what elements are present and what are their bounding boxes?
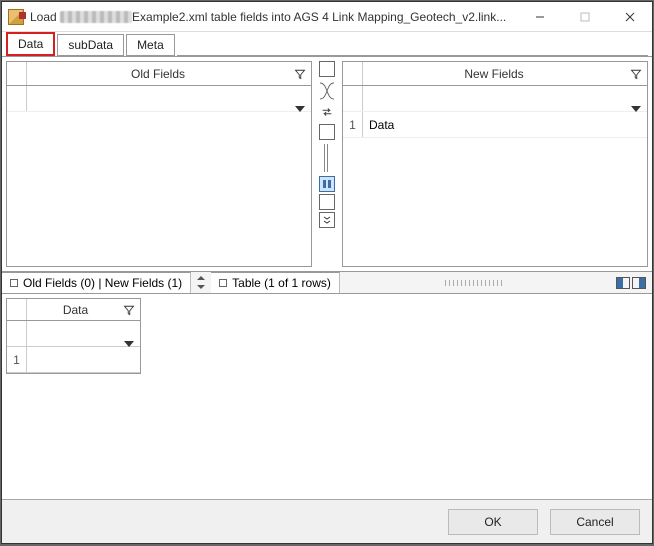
app-icon [8, 9, 24, 25]
old-fields-dropdown-row[interactable] [7, 86, 311, 112]
redacted-text [60, 11, 132, 23]
old-fields-header-row: Old Fields [7, 62, 311, 86]
mid-divider-bar: Old Fields (0) | New Fields (1) Table (1… [2, 272, 652, 294]
fields-summary-label: Old Fields (0) | New Fields (1) [23, 276, 182, 290]
new-fields-row-header [343, 86, 363, 111]
row-number: 1 [7, 347, 27, 372]
square-icon [10, 279, 18, 287]
swap-button[interactable] [320, 105, 334, 122]
old-fields-row-header [7, 86, 27, 111]
old-fields-filter-button[interactable] [289, 62, 311, 85]
row-number: 1 [343, 112, 363, 137]
dialog-window: Load Example2.xml table fields into AGS … [1, 1, 653, 544]
main-area: Old Fields [2, 56, 652, 499]
arrow-down-icon [195, 283, 207, 291]
lower-dropdown-row[interactable] [7, 321, 140, 347]
new-fields-data-row[interactable]: 1 Data [343, 112, 647, 138]
dialog-footer: OK Cancel [2, 499, 652, 543]
lower-data-row[interactable]: 1 [7, 347, 140, 373]
link-curve-icon [318, 79, 336, 103]
splitter-handle[interactable] [324, 144, 330, 172]
lower-filter-button[interactable] [118, 299, 140, 320]
lower-grid-header: Data [7, 299, 140, 321]
funnel-icon [123, 304, 135, 316]
upper-split: Old Fields [2, 57, 652, 272]
arrow-up-icon [195, 274, 207, 282]
new-fields-dropdown-row[interactable] [343, 86, 647, 112]
tab-data[interactable]: Data [6, 32, 55, 56]
old-fields-corner [7, 62, 27, 85]
window-title: Load Example2.xml table fields into AGS … [30, 10, 517, 24]
gutter-box-expand[interactable] [319, 212, 335, 228]
title-prefix: Load [30, 10, 60, 24]
lower-col-header[interactable]: Data [27, 303, 118, 317]
new-fields-body[interactable] [343, 138, 647, 266]
gutter-box-2[interactable] [319, 124, 335, 140]
midtab-fields-summary[interactable]: Old Fields (0) | New Fields (1) [2, 272, 191, 293]
pause-icon [322, 179, 332, 189]
layout-icons [616, 277, 646, 289]
tab-strip: Data subData Meta [2, 32, 652, 56]
new-fields-filter-button[interactable] [625, 62, 647, 85]
ok-button[interactable]: OK [448, 509, 538, 535]
tab-meta[interactable]: Meta [126, 34, 175, 56]
funnel-icon [630, 68, 642, 80]
layout-right-button[interactable] [632, 277, 646, 289]
funnel-icon [294, 68, 306, 80]
new-fields-cell-value[interactable]: Data [363, 118, 647, 132]
dropdown-arrow-icon [295, 106, 305, 112]
maximize-button[interactable] [562, 2, 607, 31]
new-fields-header-row: New Fields [343, 62, 647, 86]
square-icon [219, 279, 227, 287]
new-fields-pane: New Fields 1 Data [342, 61, 648, 267]
titlebar: Load Example2.xml table fields into AGS … [2, 2, 652, 32]
gutter-box-top[interactable] [319, 61, 335, 77]
dropdown-arrow-icon [124, 341, 134, 347]
old-fields-body[interactable] [7, 112, 311, 266]
lower-grid: Data 1 [6, 298, 141, 374]
old-fields-pane: Old Fields [6, 61, 312, 267]
lower-grid-corner [7, 299, 27, 320]
midbar-spacer [340, 277, 652, 289]
new-fields-corner [343, 62, 363, 85]
chevrons-down-icon [322, 215, 332, 225]
mapping-gutter [312, 57, 342, 271]
cancel-button[interactable]: Cancel [550, 509, 640, 535]
old-fields-column-header[interactable]: Old Fields [27, 67, 289, 81]
layout-left-button[interactable] [616, 277, 630, 289]
midtab-table-summary[interactable]: Table (1 of 1 rows) [211, 272, 340, 293]
tab-subdata[interactable]: subData [57, 34, 124, 56]
gutter-box-4[interactable] [319, 194, 335, 210]
minimize-button[interactable] [517, 2, 562, 31]
gutter-box-selected[interactable] [319, 176, 335, 192]
lower-row-header [7, 321, 27, 346]
table-summary-label: Table (1 of 1 rows) [232, 276, 331, 290]
new-fields-column-header[interactable]: New Fields [363, 67, 625, 81]
sort-buttons[interactable] [191, 274, 211, 291]
horizontal-splitter-handle[interactable] [445, 280, 505, 286]
close-button[interactable] [607, 2, 652, 31]
title-suffix: Example2.xml table fields into AGS 4 Lin… [132, 10, 506, 24]
lower-pane: Data 1 [2, 294, 652, 499]
window-controls [517, 2, 652, 31]
dropdown-arrow-icon [631, 106, 641, 112]
